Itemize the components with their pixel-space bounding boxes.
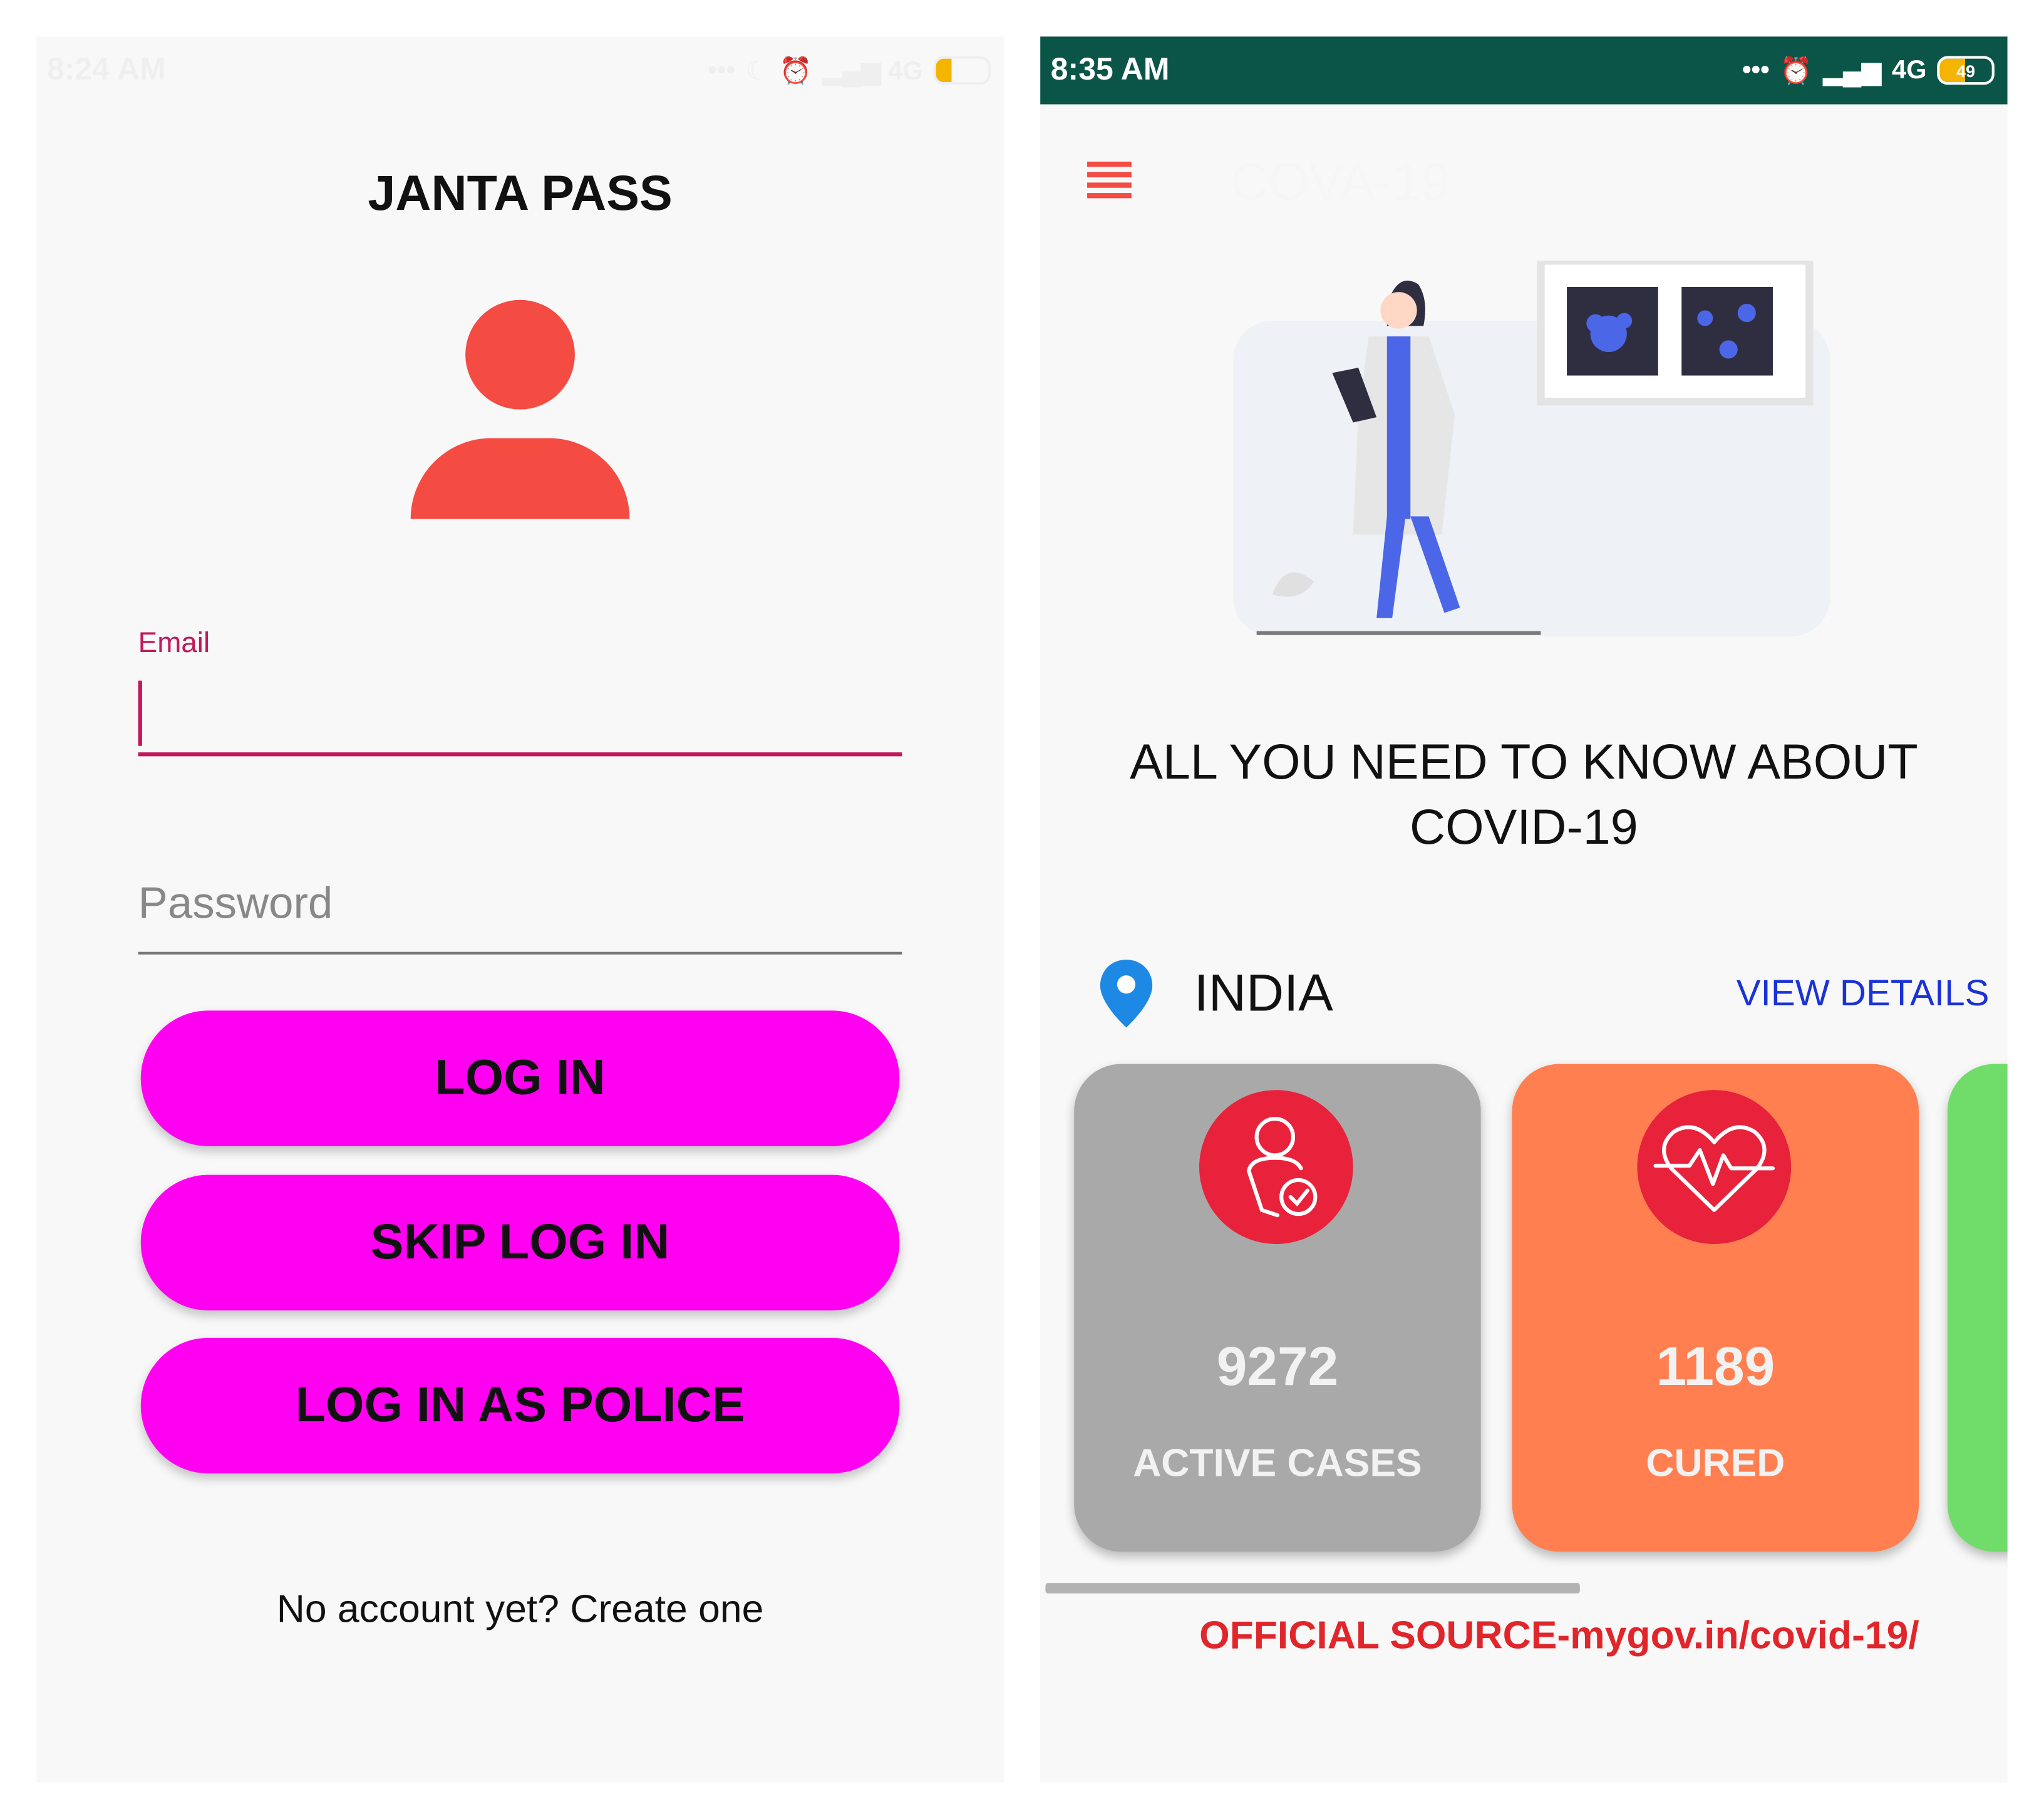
signal-icon: ▂▄▆ 4G [822,56,923,86]
status-time: 8:35 AM [1050,52,1170,88]
battery-icon [933,56,991,85]
status-icons: ••• ⏰ ▂▄▆ 4G 49 [1742,54,1995,86]
cured-label: CURED [1646,1442,1785,1486]
more-icon: ••• [708,55,735,85]
heart-pulse-icon [1637,1090,1792,1244]
alarm-icon: ⏰ [779,56,812,86]
cured-value: 1189 [1656,1335,1775,1397]
signal-icon: ▂▄▆ [1822,56,1882,86]
email-field[interactable] [138,675,902,757]
avatar-body [410,438,630,519]
alarm-icon: ⏰ [1780,56,1813,86]
active-cases-card[interactable]: 9272 ACTIVE CASES [1074,1064,1481,1552]
location-pin-icon [1100,960,1153,1028]
headline: ALL YOU NEED TO KNOW ABOUT COVID-19 [1040,730,2008,861]
create-account-link[interactable]: No account yet? Create one [36,1588,1004,1633]
password-field[interactable]: Password [138,871,902,955]
patient-icon [1199,1090,1353,1244]
headline-line-1: ALL YOU NEED TO KNOW ABOUT [1130,735,1918,790]
police-login-button[interactable]: LOG IN AS POLICE [140,1337,900,1474]
region-name: INDIA [1194,965,1333,1023]
login-screen: 8:24 AM ••• ☾ ⏰ ▂▄▆ 4G JANTA PASS Email … [36,36,1004,1783]
more-icon: ••• [1742,55,1770,85]
battery-icon: 49 [1937,56,1995,85]
active-cases-value: 9272 [1216,1335,1339,1397]
app-title: JANTA PASS [368,167,673,222]
active-cases-label: ACTIVE CASES [1133,1442,1422,1486]
moon-icon: ☾ [745,56,769,86]
user-avatar-icon [410,299,632,519]
hamburger-menu-icon[interactable] [1087,162,1132,200]
headline-line-2: COVID-19 [1409,801,1638,856]
network-type: 4G [1892,55,1927,85]
status-icons: ••• ☾ ⏰ ▂▄▆ 4G [708,54,991,86]
skip-login-button[interactable]: SKIP LOG IN [140,1174,900,1311]
login-button[interactable]: LOG IN [140,1010,900,1146]
toolbar-title: COVA-19 [1231,153,1450,212]
home-screen: 8:35 AM ••• ⏰ ▂▄▆ 4G 49 COVA-19 ALL YOU … [1040,36,2008,1783]
email-label: Email [138,626,210,659]
next-stat-card[interactable] [1947,1064,2008,1552]
official-source-text: OFFICIAL SOURCE-mygov.in/covid-19/ [1199,1614,1919,1657]
status-bar: 8:24 AM ••• ☾ ⏰ ▂▄▆ 4G [36,36,1004,104]
view-details-link[interactable]: VIEW DETAILS [1737,973,1990,1015]
horizontal-scrollbar[interactable] [1045,1583,1580,1594]
status-time: 8:24 AM [46,52,166,88]
status-bar: 8:35 AM ••• ⏰ ▂▄▆ 4G 49 [1040,36,2008,105]
stage: 8:24 AM ••• ☾ ⏰ ▂▄▆ 4G JANTA PASS Email … [0,0,2044,1819]
cured-card[interactable]: 1189 CURED [1512,1064,1919,1552]
text-cursor [138,680,142,746]
doctor-illustration [1233,261,1830,636]
avatar-head [465,299,575,410]
